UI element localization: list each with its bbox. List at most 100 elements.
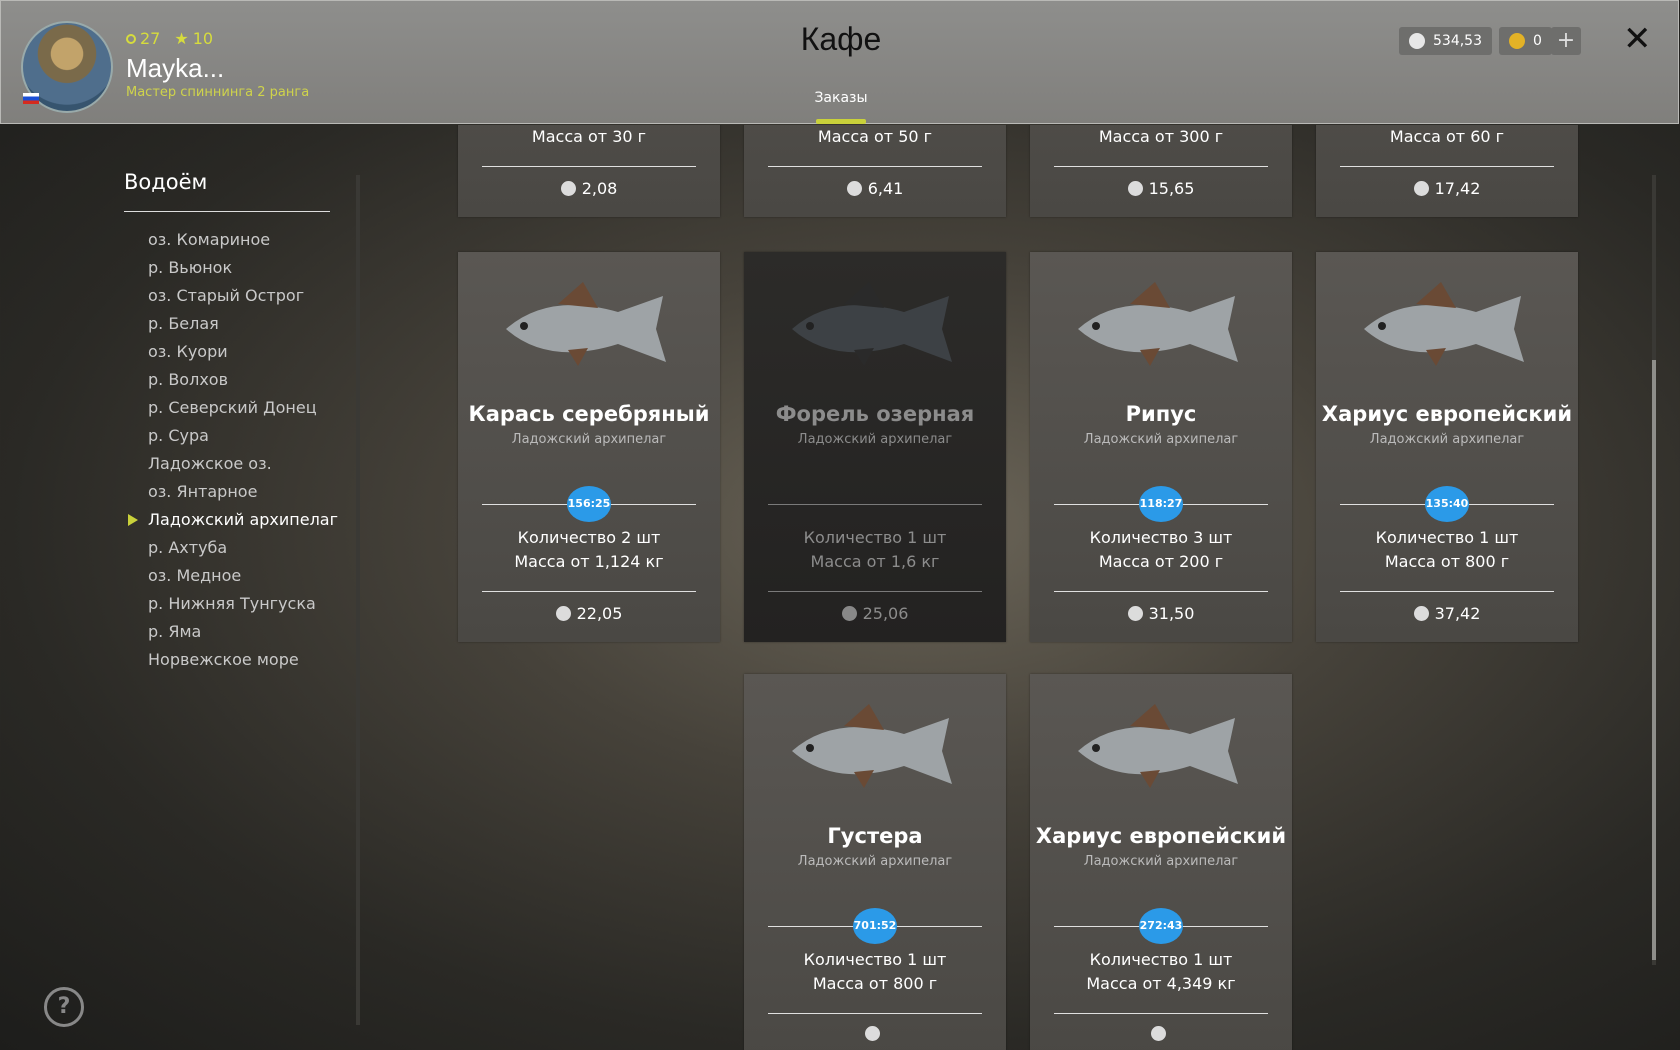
sidebar-divider [124,211,330,212]
order-timer: 135:40 [1425,486,1469,522]
card-divider [482,591,696,592]
sidebar-item[interactable]: р. Ахтуба [148,534,338,562]
order-reward: 17,42 [1316,179,1578,198]
order-mass: Масса от 50 г [817,127,933,146]
silver-balance-value: 534,53 [1433,33,1482,49]
silver-coin-icon [1127,606,1143,621]
fish-name: Карась серебряный [468,402,710,426]
fish-image [1078,704,1238,788]
order-reward: 2,08 [458,179,720,198]
fish-name: Форель озерная [775,402,975,426]
orders-grid: 99:06Количество 1 штМасса от 30 г2,0802:… [440,125,1640,1050]
order-mass: Масса от 1,6 кг [810,552,940,571]
sidebar-item[interactable]: оз. Старый Острог [148,282,338,310]
order-quantity: Количество 1 шт [803,950,947,969]
order-reward: 25,06 [744,604,1006,623]
order-card[interactable]: Густера Ладожский архипелаг 701:52 Количест… [744,674,1006,1050]
sidebar-item[interactable]: оз. Комариное [148,226,338,254]
order-reward [1030,1026,1292,1041]
help-button[interactable]: ? [44,987,84,1027]
order-card[interactable]: 02:10Количество 3 штМасса от 50 г6,41 [744,125,1006,217]
order-mass: Масса от 1,124 кг [514,552,664,571]
order-price: 2,08 [581,179,618,198]
order-timer: 156:25 [567,486,611,522]
order-card[interactable]: 104:30Количество 4 штМасса от 300 г15,65 [1030,125,1292,217]
fish-name: Рипус [1125,402,1197,426]
sidebar-item[interactable]: оз. Медное [148,562,338,590]
waterbody-list: оз. Комариное р. Вьюнок оз. Старый Острог р… [127,226,338,674]
gold-coin-icon [1509,33,1525,49]
fish-name: Густера [827,824,923,848]
fish-image [792,282,952,366]
order-card[interactable]: Форель озерная Ладожский архипелаг Количес… [744,252,1006,642]
fish-location: Ладожский архипелаг [1369,432,1525,447]
tab-orders[interactable]: Заказы [791,90,891,106]
card-divider [1054,591,1268,592]
sidebar-item[interactable]: Ладожское оз. [148,450,338,478]
russia-flag-icon [23,93,39,104]
fish-location: Ладожский архипелаг [1083,854,1239,869]
card-divider [768,591,982,592]
silver-balance: 534,53 [1399,27,1492,55]
silver-coin-icon [560,181,576,196]
silver-coin-icon [864,1026,880,1041]
order-price: 31,50 [1148,604,1195,623]
silver-coin-icon [555,606,571,621]
card-divider [1340,166,1554,167]
order-card[interactable]: Рипус Ладожский архипелаг 118:27 Количество… [1030,252,1292,642]
order-card[interactable]: Хариус европейский Ладожский архипелаг 272… [1030,674,1292,1050]
sidebar-item[interactable]: р. Вьюнок [148,254,338,282]
close-button[interactable]: ✕ [1623,19,1652,59]
sidebar-item[interactable]: р. Сура [148,422,338,450]
sidebar-item[interactable]: р. Белая [148,310,338,338]
fish-image [1364,282,1524,366]
order-card[interactable]: 166:34Количество 1 штМасса от 60 г17,42 [1316,125,1578,217]
sidebar-title: Водоём [124,170,208,194]
add-currency-button[interactable]: + [1551,27,1581,55]
card-divider [1340,591,1554,592]
order-reward: 37,42 [1316,604,1578,623]
order-reward: 22,05 [458,604,720,623]
sidebar-separator [356,175,360,1025]
sidebar-item[interactable]: оз. Куори [148,338,338,366]
order-quantity: Количество 3 шт [1089,528,1233,547]
order-card[interactable]: Карась серебряный Ладожский архипелаг 156:… [458,252,720,642]
order-reward: 6,41 [744,179,1006,198]
silver-coin-icon [846,181,862,196]
order-reward: 31,50 [1030,604,1292,623]
sidebar-item[interactable]: р. Волхов [148,366,338,394]
fish-location: Ладожский архипелаг [1083,432,1239,447]
order-mass: Масса от 200 г [1098,552,1224,571]
fish-image [1078,282,1238,366]
order-reward: 15,65 [1030,179,1292,198]
silver-coin-icon [1409,33,1425,49]
scrollbar-thumb[interactable] [1652,360,1656,960]
card-divider [768,166,982,167]
sidebar-item[interactable]: р. Нижняя Тунгуска [148,590,338,618]
sidebar-item[interactable]: р. Северский Донец [148,394,338,422]
fish-location: Ладожский архипелаг [797,854,953,869]
card-divider [768,504,982,505]
order-timer: 118:27 [1139,486,1183,522]
order-price: 6,41 [867,179,904,198]
order-card[interactable]: Хариус европейский Ладожский архипелаг 135… [1316,252,1578,642]
silver-coin-icon [1150,1026,1166,1041]
card-divider [1054,166,1268,167]
order-mass: Масса от 30 г [531,127,647,146]
gold-balance-value: 0 [1533,33,1542,49]
player-rank: Мастер спиннинга 2 ранга [126,85,310,100]
order-mass: Масса от 4,349 кг [1086,974,1236,993]
fish-image [792,704,952,788]
card-divider [482,166,696,167]
order-card[interactable]: 99:06Количество 1 штМасса от 30 г2,08 [458,125,720,217]
top-bar: 27 ★ 10 Mayka... Мастер спиннинга 2 ранга… [0,0,1679,124]
order-mass: Масса от 300 г [1098,127,1224,146]
sidebar-item[interactable]: Ладожский архипелаг [127,506,338,534]
sidebar-item[interactable]: Норвежское море [148,646,338,674]
order-reward [744,1026,1006,1041]
silver-coin-icon [1413,606,1429,621]
order-quantity: Количество 1 шт [1089,950,1233,969]
order-price: 25,06 [862,604,909,623]
sidebar-item[interactable]: р. Яма [148,618,338,646]
sidebar-item[interactable]: оз. Янтарное [148,478,338,506]
